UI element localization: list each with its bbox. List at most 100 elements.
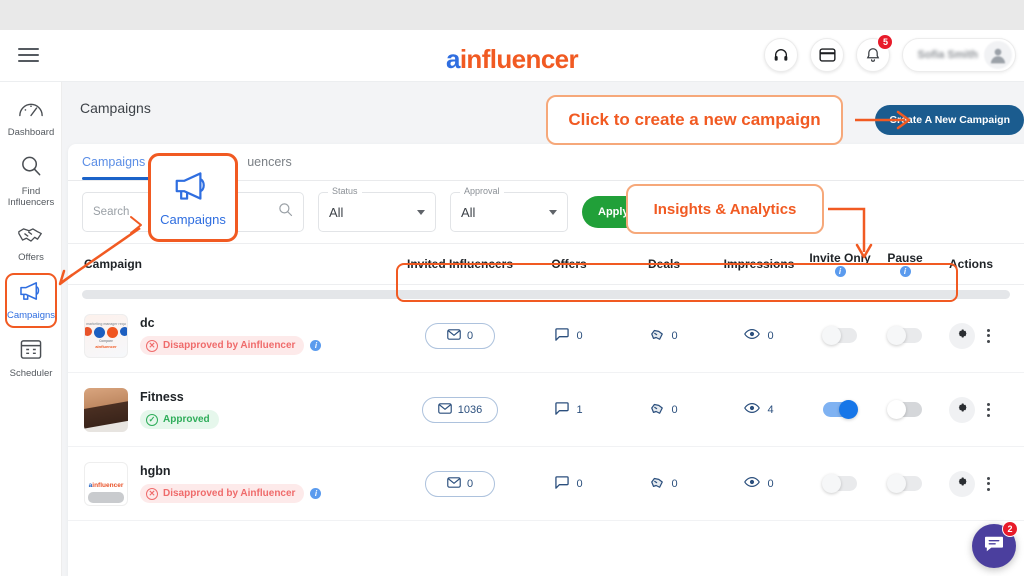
eye-icon bbox=[744, 328, 761, 343]
campaign-name: Fitness bbox=[140, 390, 184, 404]
gear-icon bbox=[955, 475, 968, 493]
column-header-campaign: Campaign bbox=[68, 257, 398, 271]
pause-toggle[interactable] bbox=[887, 474, 922, 493]
sidebar-item-find-influencers[interactable]: Find Influencers bbox=[0, 146, 62, 216]
status-badge: ✕ Disapproved by Ainfluencer bbox=[140, 336, 305, 355]
column-header-invite-only: Invite Only i bbox=[806, 251, 874, 277]
kebab-menu-icon[interactable] bbox=[983, 325, 994, 347]
deals-count: 0 bbox=[650, 327, 678, 344]
chat-bubble-icon bbox=[555, 327, 570, 344]
topbar-actions: 5 Sofia Smith bbox=[764, 34, 1016, 72]
impressions-count: 0 bbox=[744, 476, 774, 491]
support-button[interactable] bbox=[764, 38, 799, 72]
bell-icon bbox=[866, 47, 880, 63]
credit-card-icon bbox=[819, 48, 836, 62]
pause-toggle[interactable] bbox=[887, 400, 922, 419]
invite-only-toggle[interactable] bbox=[822, 326, 857, 345]
status-value: All bbox=[329, 204, 344, 220]
table-row[interactable]: marketing manager requ Compare ainfluenc… bbox=[68, 299, 1024, 373]
column-header-offers: Offers bbox=[522, 257, 616, 271]
invited-influencers-count[interactable]: 1036 bbox=[422, 396, 498, 423]
magnifier-icon bbox=[19, 155, 43, 183]
pause-toggle[interactable] bbox=[887, 326, 922, 345]
tab-campaigns[interactable]: Campaigns bbox=[82, 144, 145, 181]
invite-only-toggle[interactable] bbox=[823, 400, 858, 419]
count-value: 0 bbox=[767, 329, 774, 342]
notifications-button[interactable]: 5 bbox=[856, 34, 894, 72]
campaign-name: dc bbox=[140, 316, 155, 330]
approval-select[interactable]: Approval All bbox=[450, 186, 568, 232]
offers-count: 0 bbox=[555, 475, 583, 492]
callout-campaigns: Campaigns bbox=[148, 153, 238, 242]
notifications-badge: 5 bbox=[877, 34, 894, 50]
kebab-menu-icon[interactable] bbox=[983, 473, 994, 495]
create-new-campaign-button[interactable]: Create A New Campaign bbox=[875, 105, 1024, 135]
kebab-menu-icon[interactable] bbox=[983, 399, 994, 421]
user-menu[interactable]: Sofia Smith bbox=[902, 38, 1016, 72]
chat-bubble-icon bbox=[555, 401, 570, 418]
callout-create-campaign: Click to create a new campaign bbox=[546, 95, 843, 145]
invited-influencers-count[interactable]: 0 bbox=[425, 322, 495, 349]
sidebar-item-label: Dashboard bbox=[7, 127, 55, 138]
table-row[interactable]: ainfluencer hgbn ✕ Disapproved by Ainflu… bbox=[68, 447, 1024, 521]
sidebar-item-dashboard[interactable]: Dashboard bbox=[0, 90, 62, 146]
campaign-name: hgbn bbox=[140, 464, 171, 478]
status-select[interactable]: Status All bbox=[318, 186, 436, 232]
status-text: Approved bbox=[163, 414, 210, 425]
envelope-icon bbox=[447, 476, 461, 491]
callout-insights-analytics: Insights & Analytics bbox=[626, 184, 824, 234]
info-icon[interactable]: i bbox=[834, 266, 846, 277]
search-icon[interactable] bbox=[278, 202, 293, 222]
horizontal-scrollbar[interactable] bbox=[82, 290, 1010, 299]
status-label: Status bbox=[328, 186, 362, 196]
chat-message-icon bbox=[984, 535, 1004, 558]
top-bar: ainfluencer 5 Sofia Smith bbox=[0, 30, 1024, 82]
handshake-deal-icon bbox=[650, 327, 664, 344]
window-letterbox-top bbox=[0, 0, 1024, 30]
count-value: 0 bbox=[576, 329, 583, 342]
calendar-icon bbox=[19, 338, 43, 365]
impressions-count: 0 bbox=[744, 328, 774, 343]
chat-widget-button[interactable]: 2 bbox=[972, 521, 1018, 568]
avatar bbox=[984, 41, 1012, 69]
count-value: 0 bbox=[466, 477, 474, 490]
info-icon[interactable]: i bbox=[899, 266, 911, 277]
column-label: Invited Influencers bbox=[406, 257, 514, 271]
invite-only-toggle[interactable] bbox=[822, 474, 857, 493]
sidebar-item-label: Find Influencers bbox=[7, 186, 55, 208]
app-window: ainfluencer 5 Sofia Smith Dashboard Find… bbox=[0, 0, 1024, 576]
deals-count: 0 bbox=[650, 475, 678, 492]
close-icon: ✕ bbox=[146, 339, 158, 352]
status-badge: ✓ Approved bbox=[140, 410, 219, 429]
column-header-deals: Deals bbox=[616, 257, 712, 271]
sidebar-item-campaigns[interactable]: Campaigns bbox=[0, 271, 62, 329]
gear-icon bbox=[955, 327, 968, 345]
count-value: 0 bbox=[576, 477, 583, 490]
info-icon[interactable]: i bbox=[310, 488, 322, 499]
chevron-down-icon bbox=[417, 209, 425, 215]
info-icon[interactable]: i bbox=[310, 340, 322, 351]
tab-label: Campaigns bbox=[82, 155, 146, 169]
tab-invited-influencers[interactable]: uencers bbox=[247, 144, 291, 181]
table-row[interactable]: Fitness ✓ Approved 1036 1 0 4 bbox=[68, 373, 1024, 447]
settings-button[interactable] bbox=[948, 396, 975, 423]
handshake-icon bbox=[17, 225, 45, 249]
sidebar-item-offers[interactable]: Offers bbox=[0, 216, 62, 271]
approval-value: All bbox=[461, 204, 476, 220]
settings-button[interactable] bbox=[948, 470, 975, 497]
count-value: 0 bbox=[671, 477, 678, 490]
check-icon: ✓ bbox=[146, 413, 158, 426]
callout-campaigns-label: Campaigns bbox=[160, 211, 226, 227]
column-header-invited-influencers: Invited Influencers bbox=[398, 257, 522, 271]
count-value: 0 bbox=[671, 403, 678, 416]
sidebar-item-label: Offers bbox=[18, 252, 44, 263]
sidebar-item-scheduler[interactable]: Scheduler bbox=[0, 329, 62, 387]
count-value: 1 bbox=[576, 403, 583, 416]
billing-button[interactable] bbox=[810, 38, 845, 72]
tab-label: uencers bbox=[247, 155, 292, 169]
deals-count: 0 bbox=[650, 401, 678, 418]
eye-icon bbox=[744, 402, 761, 417]
invited-influencers-count[interactable]: 0 bbox=[425, 470, 495, 497]
offers-count: 0 bbox=[555, 327, 583, 344]
settings-button[interactable] bbox=[948, 322, 975, 349]
